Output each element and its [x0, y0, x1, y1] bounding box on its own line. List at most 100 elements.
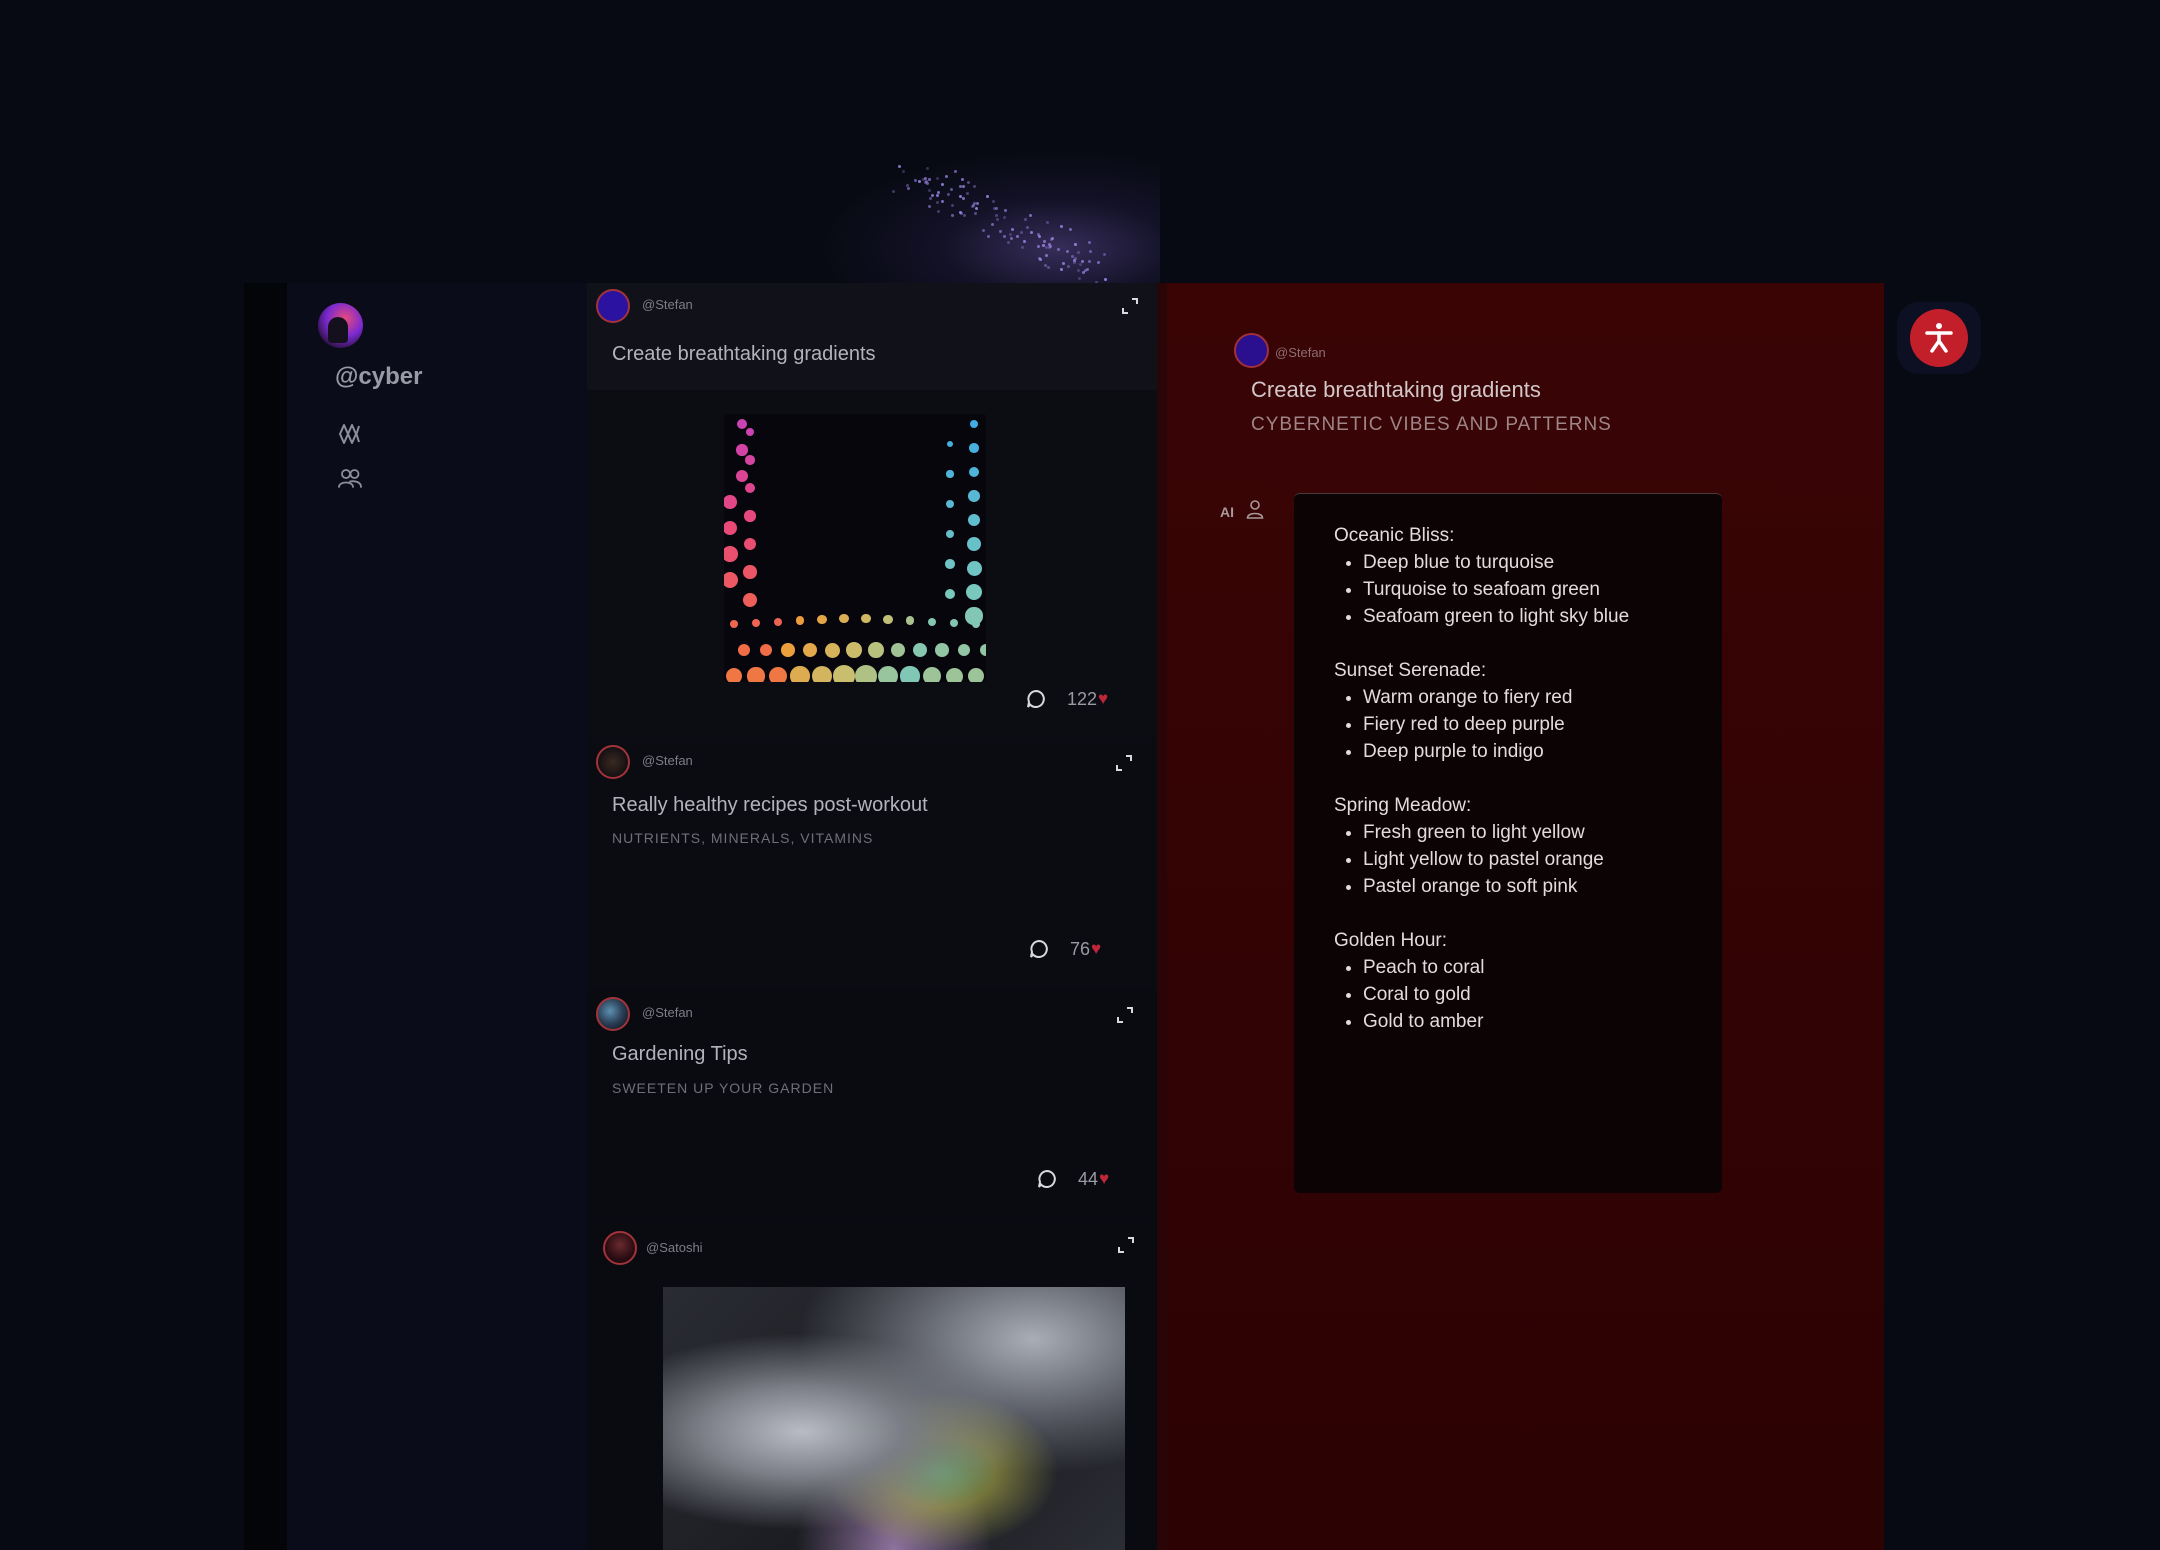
gradient-dot	[945, 589, 955, 599]
avatar[interactable]	[1234, 333, 1269, 368]
gradient-dot	[737, 419, 747, 429]
heart-icon[interactable]: ♥	[1098, 689, 1108, 709]
sparkle-dot	[925, 180, 928, 183]
sparkle-dot	[1067, 265, 1070, 268]
expand-icon[interactable]	[1120, 296, 1140, 316]
sparkle-dot	[982, 229, 985, 232]
user-icon[interactable]	[1244, 498, 1266, 525]
group-heading: Spring Meadow:	[1334, 792, 1682, 819]
gradient-dot	[923, 667, 941, 682]
sparkle-dot	[1038, 235, 1041, 238]
sparkle-dot	[959, 195, 962, 198]
avatar[interactable]	[596, 289, 630, 323]
list-item: Fresh green to light yellow	[1363, 819, 1682, 846]
post-subtitle: SWEETEN UP YOUR GARDEN	[612, 1080, 834, 1096]
sidebar: @cyber	[287, 283, 587, 1550]
sparkle-dot	[973, 202, 976, 205]
post-username[interactable]: @Stefan	[642, 297, 693, 312]
post-card[interactable]: @Stefan Really healthy recipes post-work…	[587, 739, 1157, 989]
post-card[interactable]: @Stefan Gardening Tips SWEETEN UP YOUR G…	[587, 991, 1157, 1221]
heart-icon[interactable]: ♥	[1099, 1169, 1109, 1189]
list-item: Light yellow to pastel orange	[1363, 846, 1682, 873]
gradient-group: Sunset Serenade: Warm orange to fiery re…	[1334, 657, 1682, 765]
comment-icon[interactable]	[1025, 688, 1047, 710]
sparkle-dot	[1024, 218, 1027, 221]
gradient-group: Spring Meadow: Fresh green to light yell…	[1334, 792, 1682, 900]
post-card[interactable]: @Stefan Create breathtaking gradients 12…	[587, 283, 1157, 738]
sparkle-dot	[924, 181, 927, 184]
post-image-gradient-dots[interactable]	[724, 414, 986, 682]
gradient-dot	[724, 495, 737, 509]
sparkle-dot	[1016, 235, 1019, 238]
post-username[interactable]: @Stefan	[642, 753, 693, 768]
detail-username[interactable]: @Stefan	[1275, 345, 1326, 360]
sparkle-dot	[941, 200, 944, 203]
sparkle-dot	[999, 230, 1002, 233]
post-title[interactable]: Create breathtaking gradients	[612, 343, 876, 366]
sparkle-dot	[1081, 260, 1084, 263]
sparkle-dot	[1082, 271, 1085, 274]
post-card[interactable]: @Satoshi	[587, 1223, 1157, 1550]
gradient-dot	[745, 483, 755, 493]
sparkle-dot	[1077, 251, 1080, 254]
post-subtitle: NUTRIENTS, MINERALS, VITAMINS	[612, 830, 873, 846]
sparkle-dot	[992, 200, 995, 203]
comment-icon[interactable]	[1028, 938, 1050, 960]
group-heading: Golden Hour:	[1334, 927, 1682, 954]
accessibility-icon[interactable]	[1910, 309, 1968, 367]
sparkle-dot	[991, 223, 994, 226]
gradient-dot	[968, 514, 981, 527]
post-username[interactable]: @Stefan	[642, 1005, 693, 1020]
sparkle-dot	[941, 183, 944, 186]
sparkle-dot	[1088, 241, 1091, 244]
gradient-dot	[968, 668, 984, 682]
post-image-robot[interactable]	[663, 1287, 1125, 1550]
comment-icon[interactable]	[1036, 1168, 1058, 1190]
gradient-dot	[744, 510, 755, 521]
expand-icon[interactable]	[1116, 1235, 1136, 1255]
sparkle-dot	[1086, 268, 1089, 271]
heart-icon[interactable]: ♥	[1091, 939, 1101, 959]
sparkle-dot	[1066, 250, 1069, 253]
avatar[interactable]	[603, 1231, 637, 1265]
gradient-dot	[744, 538, 756, 550]
expand-icon[interactable]	[1114, 753, 1134, 773]
profile-avatar[interactable]	[318, 303, 363, 348]
ai-label[interactable]: AI	[1220, 504, 1234, 520]
sparkle-dot	[937, 191, 940, 194]
gradient-dot	[900, 666, 919, 682]
sparkle-dot	[1043, 240, 1046, 243]
sparkle-dot	[947, 193, 950, 196]
sparkle-dot	[1060, 225, 1063, 228]
gradient-dot	[969, 467, 980, 478]
gradient-dot	[803, 643, 817, 657]
gradient-dot	[855, 665, 876, 682]
sparkle-dot	[1071, 255, 1074, 258]
sparkle-dot	[1020, 231, 1023, 234]
sparkle-dot	[1074, 243, 1077, 246]
gradient-dot	[774, 618, 783, 627]
gradient-dot	[968, 490, 980, 502]
sparkle-dot	[974, 212, 977, 215]
flame-icon[interactable]	[337, 421, 363, 447]
avatar[interactable]	[596, 745, 630, 779]
sparkle-dot	[1021, 246, 1024, 249]
ai-user-toggle[interactable]: AI	[1220, 498, 1266, 525]
gradient-dot	[945, 559, 955, 569]
post-title[interactable]: Gardening Tips	[612, 1043, 748, 1066]
users-icon[interactable]	[337, 466, 363, 492]
post-username[interactable]: @Satoshi	[646, 1240, 703, 1255]
expand-icon[interactable]	[1115, 1005, 1135, 1025]
avatar[interactable]	[596, 997, 630, 1031]
sparkle-dot	[971, 205, 974, 208]
sparkle-dot	[1049, 245, 1052, 248]
profile-handle[interactable]: @cyber	[335, 363, 422, 391]
gradient-dot	[812, 666, 832, 682]
sparkle-dot	[1038, 257, 1041, 260]
sparkle-dot	[954, 170, 957, 173]
post-title[interactable]: Really healthy recipes post-workout	[612, 794, 928, 817]
accessibility-button[interactable]	[1897, 302, 1981, 374]
sparkle-dot	[1073, 261, 1076, 264]
list-item: Coral to gold	[1363, 981, 1682, 1008]
sparkle-dot	[1057, 248, 1060, 251]
